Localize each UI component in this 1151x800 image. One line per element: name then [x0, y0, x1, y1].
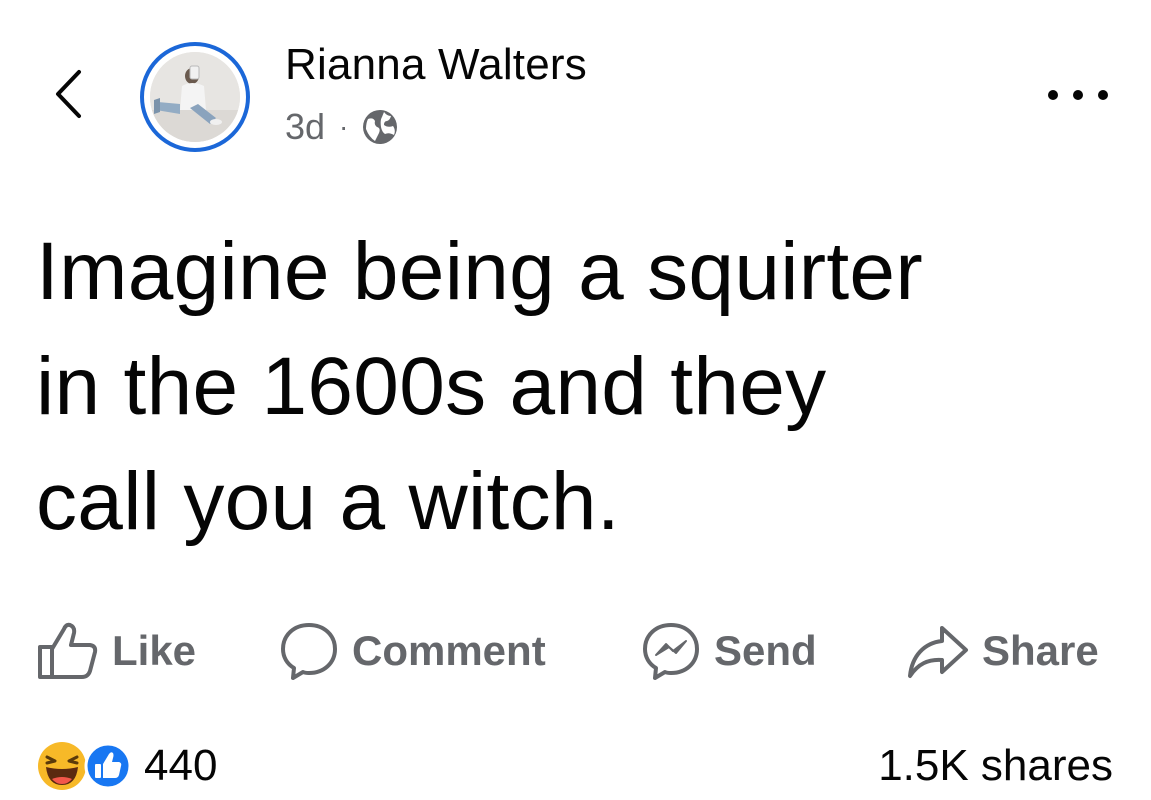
- author-name[interactable]: Rianna Walters: [285, 40, 587, 90]
- globe-icon: [363, 110, 398, 144]
- messenger-icon: [643, 623, 699, 680]
- like-button[interactable]: Like: [36, 612, 196, 690]
- send-button[interactable]: Send: [640, 612, 817, 690]
- like-label: Like: [112, 627, 197, 674]
- chevron-left-icon: [56, 70, 81, 118]
- back-button[interactable]: [46, 64, 90, 124]
- send-label: Send: [714, 627, 817, 674]
- meta-separator: ·: [339, 111, 349, 142]
- shares-count[interactable]: 1.5K shares: [878, 735, 1113, 797]
- action-bar: Like Comment Send Share: [0, 612, 1151, 690]
- share-arrow-icon: [908, 626, 968, 678]
- comment-button[interactable]: Comment: [278, 612, 546, 690]
- more-options-button[interactable]: [1048, 80, 1108, 110]
- profile-photo: [150, 52, 240, 142]
- thumbs-up-icon: [38, 622, 98, 679]
- comment-icon: [281, 623, 337, 680]
- post-meta: 3d ·: [285, 104, 400, 150]
- share-label: Share: [982, 627, 1099, 674]
- post-timestamp[interactable]: 3d: [285, 106, 325, 148]
- like-reaction-icon: [84, 742, 132, 790]
- comment-label: Comment: [352, 627, 546, 674]
- post-text: Imagine being a squirter in the 1600s an…: [36, 226, 923, 547]
- avatar[interactable]: [140, 42, 250, 152]
- more-dots-icon: [1048, 90, 1058, 100]
- share-button[interactable]: Share: [906, 612, 1099, 690]
- reactions-summary[interactable]: 440: [36, 735, 217, 797]
- reaction-count: 440: [144, 741, 218, 790]
